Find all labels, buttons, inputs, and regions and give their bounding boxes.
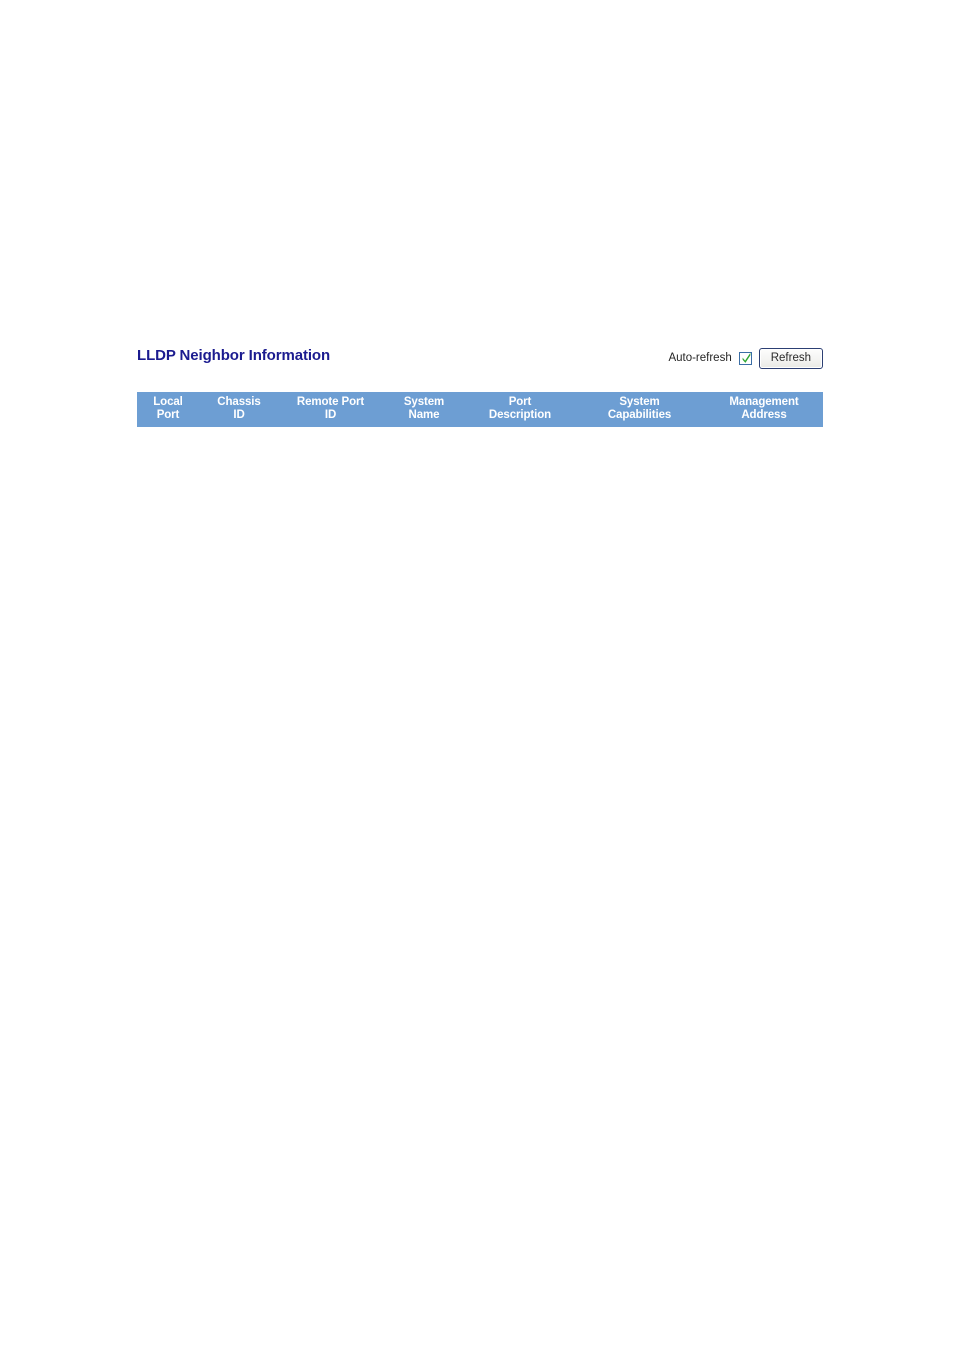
- auto-refresh-checkbox[interactable]: [738, 351, 752, 365]
- lldp-neighbor-table: Local Port Chassis ID Remote Port ID Sys…: [137, 392, 823, 427]
- column-header-line2: ID: [324, 409, 337, 421]
- table-header: Local Port Chassis ID Remote Port ID Sys…: [137, 392, 823, 427]
- column-header-line1: System: [619, 396, 660, 408]
- column-header-line1: Local: [153, 396, 183, 408]
- table-header-row: Local Port Chassis ID Remote Port ID Sys…: [137, 392, 823, 427]
- column-header-line1: Port: [508, 396, 532, 408]
- column-header-line2: Description: [488, 409, 552, 421]
- column-header-line2: Capabilities: [607, 409, 672, 421]
- panel-header: LLDP Neighbor Information Auto-refresh R…: [137, 346, 823, 374]
- column-header-line1: System: [403, 396, 445, 408]
- page-title: LLDP Neighbor Information: [137, 347, 331, 364]
- column-header-line1: Management: [729, 396, 799, 408]
- check-icon: [742, 352, 751, 364]
- column-header-line2: Name: [408, 409, 440, 421]
- column-header-line2: Address: [741, 409, 787, 421]
- column-header-line1: Chassis: [217, 396, 261, 408]
- column-header-remote-port-id: Remote Port ID: [279, 392, 382, 427]
- column-header-system-name: System Name: [382, 392, 466, 427]
- column-header-management-address: Management Address: [705, 392, 823, 427]
- column-header-local-port: Local Port: [137, 392, 199, 427]
- refresh-button[interactable]: Refresh: [758, 347, 823, 369]
- column-header-line2: Port: [156, 409, 180, 421]
- column-header-chassis-id: Chassis ID: [199, 392, 279, 427]
- column-header-line2: ID: [233, 409, 245, 421]
- refresh-controls: Auto-refresh Refresh: [668, 347, 823, 369]
- column-header-system-capabilities: System Capabilities: [574, 392, 705, 427]
- column-header-port-description: Port Description: [466, 392, 574, 427]
- column-header-line1: Remote Port: [296, 396, 365, 408]
- lldp-neighbor-information-panel: LLDP Neighbor Information Auto-refresh R…: [137, 346, 823, 427]
- auto-refresh-label: Auto-refresh: [668, 352, 732, 364]
